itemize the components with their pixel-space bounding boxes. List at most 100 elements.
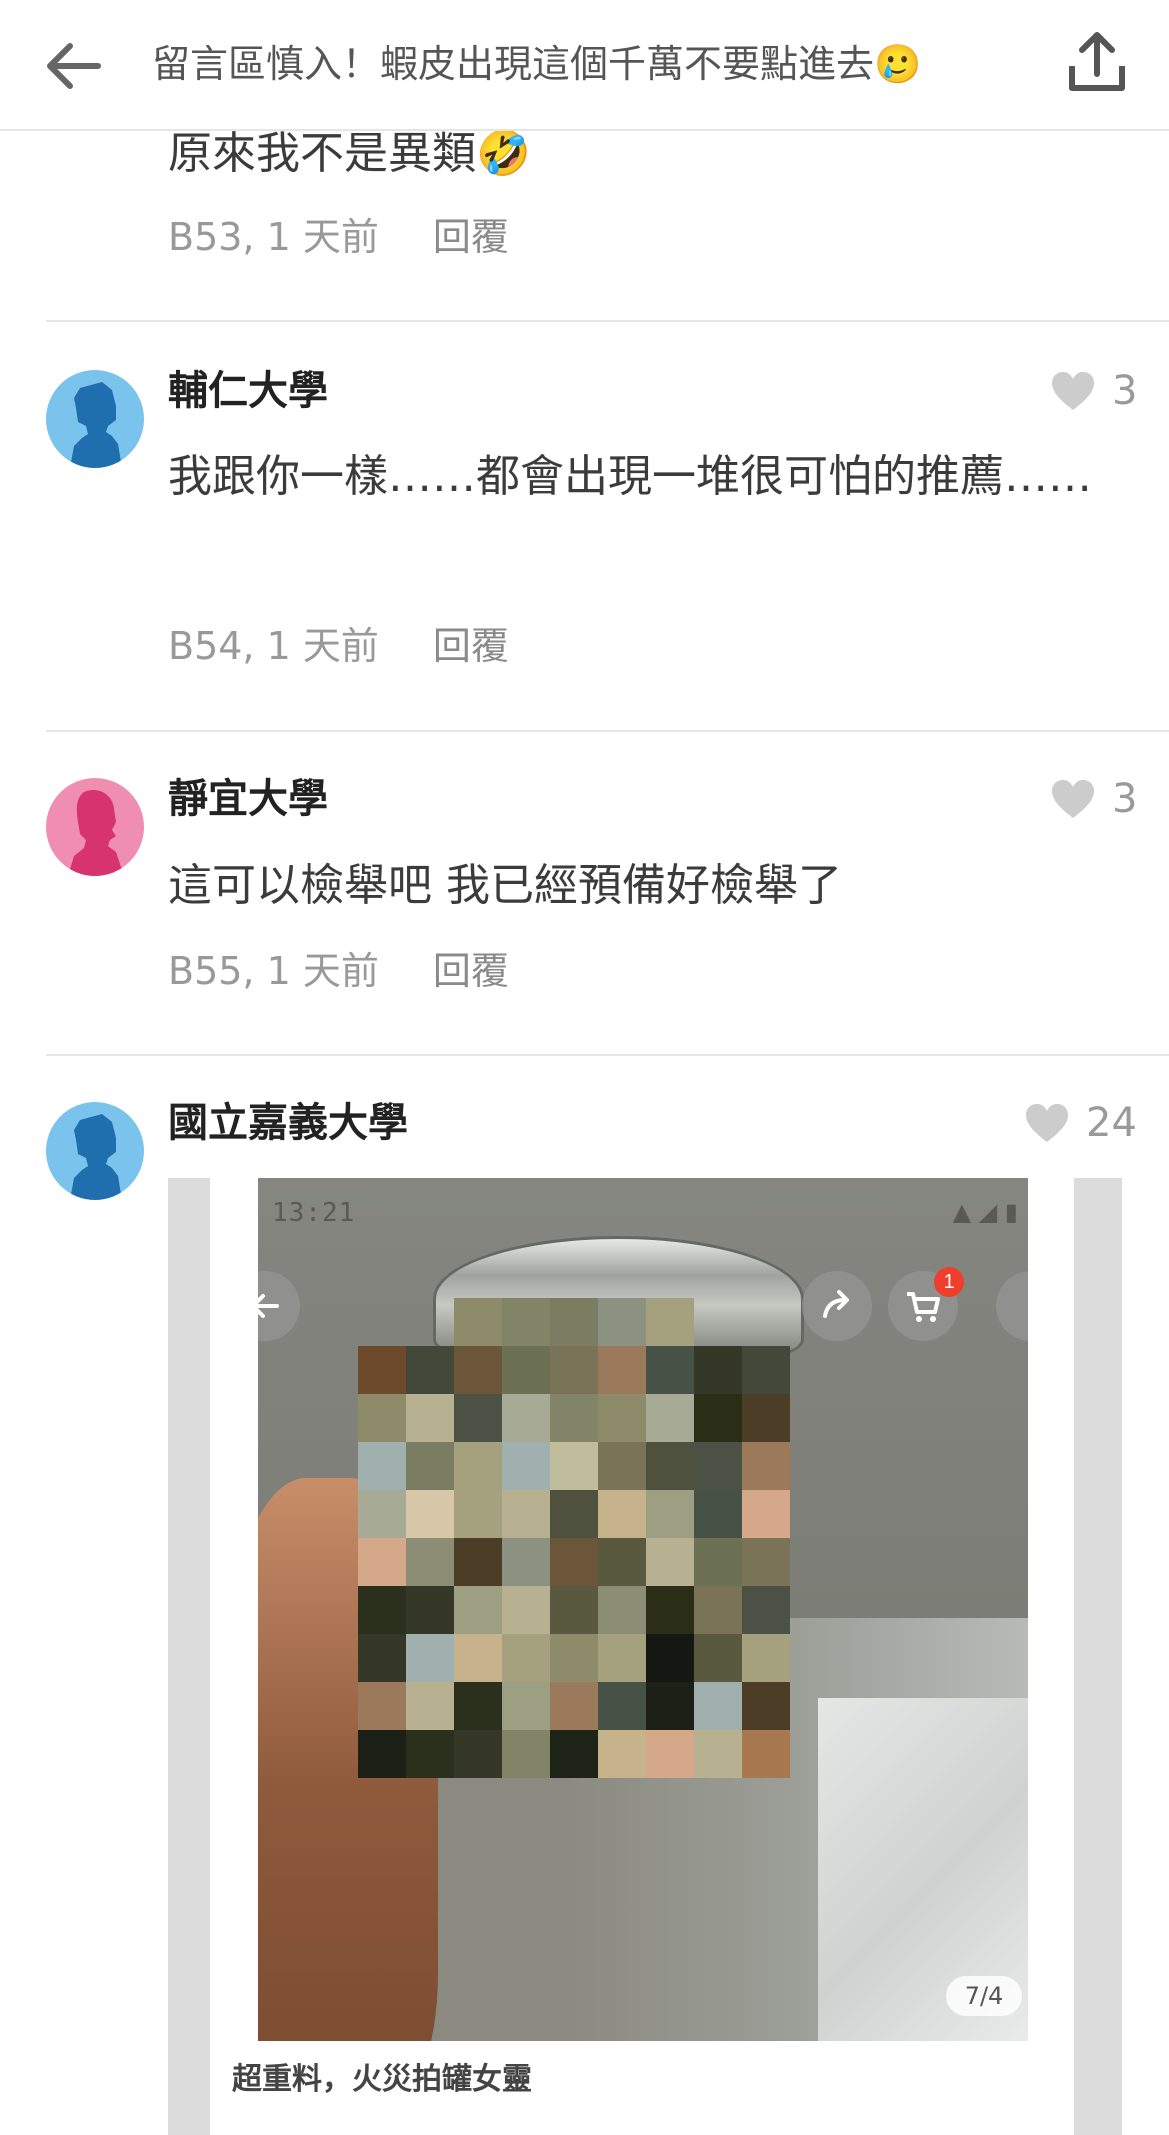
image-caption: 超重料，火災拍罐女靈 bbox=[232, 2062, 532, 2097]
mosaic-cell bbox=[406, 1346, 454, 1394]
image-cart-icon: 1 bbox=[888, 1267, 964, 1341]
page-indicator: 7/4 bbox=[946, 1976, 1022, 2016]
share-icon[interactable] bbox=[1060, 26, 1134, 100]
like-button[interactable]: 3 bbox=[1050, 364, 1137, 418]
mosaic-cell bbox=[550, 1538, 598, 1586]
post-title: 留言區慎入！蝦皮出現這個千萬不要點進去🥲 bbox=[152, 42, 922, 86]
female-avatar-icon[interactable] bbox=[46, 778, 144, 876]
mosaic-cell bbox=[502, 1346, 550, 1394]
comment-meta: B54, 1 天前 回覆 bbox=[168, 621, 509, 671]
mosaic-cell bbox=[454, 1634, 502, 1682]
mosaic-cell bbox=[598, 1346, 646, 1394]
mosaic-cell bbox=[646, 1538, 694, 1586]
mosaic-cell bbox=[742, 1442, 790, 1490]
mosaic-cell bbox=[694, 1394, 742, 1442]
mosaic-cell bbox=[358, 1490, 406, 1538]
comment-meta: B55, 1 天前 回覆 bbox=[168, 946, 509, 996]
mosaic-cell bbox=[694, 1538, 742, 1586]
mosaic-cell bbox=[646, 1682, 694, 1730]
mosaic-cell bbox=[406, 1586, 454, 1634]
censored-photo: 13:21 ▲ ◢ ▮ 1 7/4 bbox=[258, 1178, 1028, 2041]
mosaic-cell bbox=[502, 1682, 550, 1730]
floor-and-time: B55, 1 天前 bbox=[168, 949, 379, 993]
mosaic-cell bbox=[502, 1442, 550, 1490]
mosaic-cell bbox=[742, 1586, 790, 1634]
mosaic-cell bbox=[550, 1298, 598, 1346]
status-bar-time: 13:21 bbox=[272, 1198, 356, 1228]
commenter-school[interactable]: 輔仁大學 bbox=[168, 364, 328, 418]
mosaic-cell bbox=[454, 1586, 502, 1634]
heart-icon bbox=[1052, 780, 1094, 818]
reply-link[interactable]: 回覆 bbox=[433, 624, 509, 668]
mosaic-cell bbox=[550, 1346, 598, 1394]
commenter-school[interactable]: 靜宜大學 bbox=[168, 772, 328, 826]
divider bbox=[46, 1054, 1169, 1056]
mosaic-cell bbox=[502, 1538, 550, 1586]
mosaic-cell bbox=[502, 1394, 550, 1442]
like-count: 3 bbox=[1112, 776, 1138, 822]
mosaic-cell bbox=[550, 1490, 598, 1538]
mosaic-cell bbox=[598, 1394, 646, 1442]
mosaic-cell bbox=[550, 1682, 598, 1730]
top-bar: 留言區慎入！蝦皮出現這個千萬不要點進去🥲 bbox=[0, 0, 1169, 131]
mosaic-cell bbox=[454, 1538, 502, 1586]
mosaic-cell bbox=[502, 1730, 550, 1778]
mosaic-cell bbox=[454, 1442, 502, 1490]
reply-link[interactable]: 回覆 bbox=[433, 949, 509, 993]
mosaic-cell bbox=[406, 1634, 454, 1682]
like-button[interactable]: 3 bbox=[1050, 772, 1137, 826]
male-avatar-icon[interactable] bbox=[46, 1102, 144, 1200]
screenshot-frame: 13:21 ▲ ◢ ▮ 1 7/4 超重料，火災拍罐女靈 bbox=[210, 1178, 1074, 2135]
mosaic-cell bbox=[406, 1490, 454, 1538]
mosaic-cell bbox=[454, 1394, 502, 1442]
mosaic-cell bbox=[742, 1682, 790, 1730]
mosaic-cell bbox=[598, 1586, 646, 1634]
mosaic-cell bbox=[502, 1634, 550, 1682]
like-button[interactable]: 24 bbox=[1024, 1096, 1137, 1150]
mosaic-cell bbox=[406, 1538, 454, 1586]
mosaic-cell bbox=[502, 1490, 550, 1538]
mosaic-cell bbox=[598, 1490, 646, 1538]
image-share-icon bbox=[802, 1271, 872, 1341]
mosaic-cell bbox=[694, 1730, 742, 1778]
commenter-school[interactable]: 國立嘉義大學 bbox=[168, 1096, 408, 1150]
mosaic-cell bbox=[598, 1298, 646, 1346]
like-count: 24 bbox=[1086, 1100, 1137, 1146]
floor-and-time: B53, 1 天前 bbox=[168, 215, 379, 259]
mosaic-cell bbox=[406, 1394, 454, 1442]
mosaic-cell bbox=[598, 1682, 646, 1730]
mosaic-cell bbox=[742, 1634, 790, 1682]
back-arrow-icon[interactable] bbox=[38, 30, 110, 102]
mosaic-cell bbox=[550, 1634, 598, 1682]
comment-text: 這可以檢舉吧 我已經預備好檢舉了 bbox=[168, 860, 842, 911]
heart-icon bbox=[1026, 1104, 1068, 1142]
mosaic-cell bbox=[694, 1346, 742, 1394]
reply-link[interactable]: 回覆 bbox=[433, 215, 509, 259]
mosaic-cell bbox=[550, 1586, 598, 1634]
mosaic-cell bbox=[742, 1538, 790, 1586]
status-bar-icons: ▲ ◢ ▮ bbox=[952, 1198, 1018, 1226]
mosaic-cell bbox=[694, 1442, 742, 1490]
divider bbox=[46, 320, 1169, 322]
mosaic-cell bbox=[454, 1298, 502, 1346]
comment-meta: B53, 1 天前 回覆 bbox=[168, 212, 509, 262]
mosaic-cell bbox=[694, 1490, 742, 1538]
heart-icon bbox=[1052, 372, 1094, 410]
mosaic-cell bbox=[502, 1586, 550, 1634]
male-avatar-icon[interactable] bbox=[46, 370, 144, 468]
mosaic-cell bbox=[646, 1634, 694, 1682]
mosaic-cell bbox=[742, 1394, 790, 1442]
comment-image[interactable]: 13:21 ▲ ◢ ▮ 1 7/4 超重料，火災拍罐女靈 bbox=[168, 1178, 1122, 2135]
mosaic-cell bbox=[406, 1442, 454, 1490]
mosaic-cell bbox=[694, 1634, 742, 1682]
comment-text: 原來我不是異類🤣 bbox=[168, 128, 531, 179]
mosaic-cell bbox=[358, 1634, 406, 1682]
mosaic-cell bbox=[550, 1730, 598, 1778]
mosaic-cell bbox=[742, 1730, 790, 1778]
mosaic-cell bbox=[358, 1394, 406, 1442]
mosaic-cell bbox=[358, 1346, 406, 1394]
mosaic-cell bbox=[646, 1490, 694, 1538]
mosaic-cell bbox=[646, 1298, 694, 1346]
mosaic-cell bbox=[454, 1682, 502, 1730]
mosaic-cell bbox=[358, 1538, 406, 1586]
